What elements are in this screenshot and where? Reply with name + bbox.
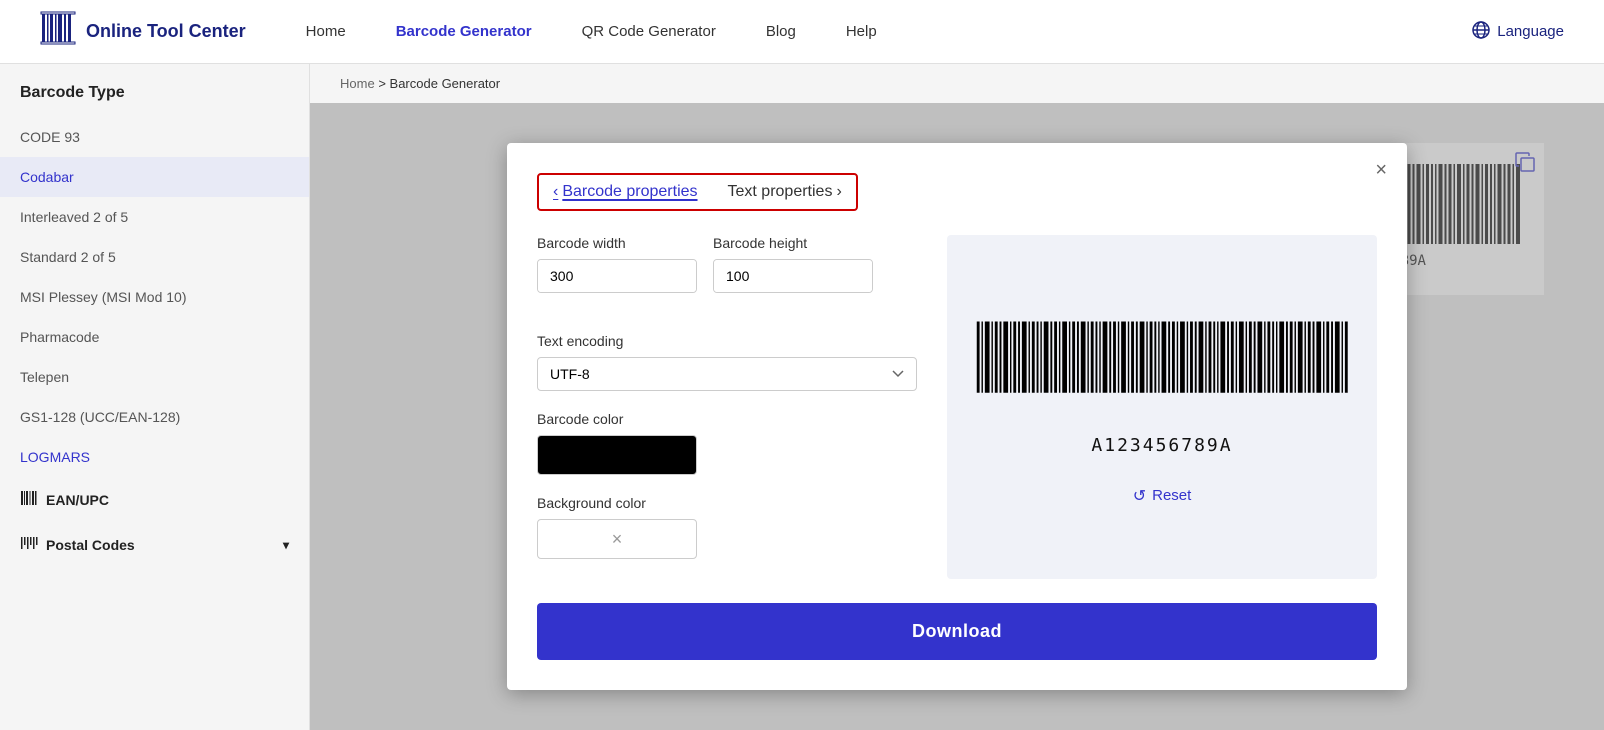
sidebar-section-postal[interactable]: Postal Codes ▾ — [0, 522, 309, 567]
clear-icon: × — [612, 529, 623, 550]
postal-chevron-icon: ▾ — [283, 538, 289, 552]
sidebar-section-ean[interactable]: EAN/UPC — [0, 477, 309, 522]
bg-color-swatch[interactable]: × — [537, 519, 697, 559]
barcode-width-field[interactable] — [538, 260, 697, 292]
breadcrumb: Home > Barcode Generator — [310, 64, 1604, 103]
barcode-preview: A123456789A — [972, 309, 1352, 456]
barcode-height-group: Barcode height ▲ ▼ — [713, 235, 873, 293]
modal-tab-nav: ‹ Barcode properties Text properties › — [537, 173, 858, 211]
main: Barcode Type CODE 93 Codabar Interleaved… — [0, 64, 1604, 730]
nav: Home Barcode Generator QR Code Generator… — [306, 23, 1472, 40]
tab-text-properties-label: Text properties — [728, 183, 833, 201]
reset-icon: ↺ — [1133, 486, 1146, 506]
globe-icon — [1471, 20, 1491, 44]
barcode-color-label: Barcode color — [537, 411, 917, 427]
sidebar-item-logmars[interactable]: LOGMARS — [0, 437, 309, 477]
modal: × ‹ Barcode properties Text properties › — [507, 143, 1407, 690]
sidebar-item-gs1128[interactable]: GS1-128 (UCC/EAN-128) — [0, 397, 309, 437]
barcode-width-label: Barcode width — [537, 235, 697, 251]
content-body: 23456789A × ‹ Barcode properties Text — [310, 103, 1604, 730]
barcode-width-group: Barcode width ▲ ▼ — [537, 235, 697, 293]
logo-icon — [40, 10, 76, 53]
breadcrumb-separator: > — [378, 76, 386, 91]
tab-barcode-properties[interactable]: ‹ Barcode properties — [553, 183, 698, 201]
barcode-width-input[interactable]: ▲ ▼ — [537, 259, 697, 293]
modal-body: Barcode width ▲ ▼ — [537, 235, 1377, 579]
overlay: × ‹ Barcode properties Text properties › — [310, 103, 1604, 730]
nav-barcode-generator[interactable]: Barcode Generator — [396, 23, 532, 40]
reset-label: Reset — [1152, 487, 1191, 504]
sidebar-item-telepen[interactable]: Telepen — [0, 357, 309, 397]
barcode-height-field[interactable] — [714, 260, 873, 292]
language-label: Language — [1497, 23, 1564, 40]
text-encoding-group: Text encoding UTF-8 ASCII ISO-8859-1 — [537, 333, 917, 391]
nav-qr-code[interactable]: QR Code Generator — [582, 23, 716, 40]
bg-color-label: Background color — [537, 495, 917, 511]
sidebar-item-code93[interactable]: CODE 93 — [0, 117, 309, 157]
logo-text: Online Tool Center — [86, 21, 246, 42]
barcode-section-icon — [20, 489, 38, 510]
sidebar-section-postal-label: Postal Codes — [46, 537, 135, 553]
sidebar-item-pharmacode[interactable]: Pharmacode — [0, 317, 309, 357]
tab-barcode-properties-label: Barcode properties — [562, 183, 697, 201]
barcode-color-swatch[interactable] — [537, 435, 697, 475]
reset-button[interactable]: ↺ Reset — [1133, 486, 1192, 506]
breadcrumb-home[interactable]: Home — [340, 76, 375, 91]
form-section: Barcode width ▲ ▼ — [537, 235, 917, 579]
sidebar-title: Barcode Type — [0, 84, 309, 117]
sidebar-section-ean-label: EAN/UPC — [46, 492, 109, 508]
barcode-height-input[interactable]: ▲ ▼ — [713, 259, 873, 293]
content-area: Home > Barcode Generator — [310, 64, 1604, 730]
postal-section-icon — [20, 534, 38, 555]
preview-barcode-svg — [972, 309, 1352, 429]
barcode-color-group: Barcode color — [537, 411, 917, 475]
barcode-height-label: Barcode height — [713, 235, 873, 251]
sidebar-item-codabar[interactable]: Codabar — [0, 157, 309, 197]
nav-blog[interactable]: Blog — [766, 23, 796, 40]
dimensions-row: Barcode width ▲ ▼ — [537, 235, 917, 313]
nav-home[interactable]: Home — [306, 23, 346, 40]
logo[interactable]: Online Tool Center — [40, 10, 246, 53]
language-selector[interactable]: Language — [1471, 20, 1564, 44]
tab-text-properties[interactable]: Text properties › — [728, 183, 842, 201]
sidebar: Barcode Type CODE 93 Codabar Interleaved… — [0, 64, 310, 730]
modal-close-button[interactable]: × — [1375, 159, 1387, 182]
sidebar-item-msi[interactable]: MSI Plessey (MSI Mod 10) — [0, 277, 309, 317]
tab-chevron-right: › — [836, 183, 841, 201]
sidebar-item-standard25[interactable]: Standard 2 of 5 — [0, 237, 309, 277]
bg-color-group: Background color × — [537, 495, 917, 559]
barcode-preview-text: A123456789A — [1091, 435, 1232, 456]
breadcrumb-current: Barcode Generator — [390, 76, 501, 91]
text-encoding-label: Text encoding — [537, 333, 917, 349]
sidebar-item-interleaved[interactable]: Interleaved 2 of 5 — [0, 197, 309, 237]
download-button[interactable]: Download — [537, 603, 1377, 660]
preview-section: A123456789A ↺ Reset — [947, 235, 1377, 579]
tab-chevron-left: ‹ — [553, 183, 558, 201]
header: Online Tool Center Home Barcode Generato… — [0, 0, 1604, 64]
nav-help[interactable]: Help — [846, 23, 877, 40]
text-encoding-select[interactable]: UTF-8 ASCII ISO-8859-1 — [537, 357, 917, 391]
